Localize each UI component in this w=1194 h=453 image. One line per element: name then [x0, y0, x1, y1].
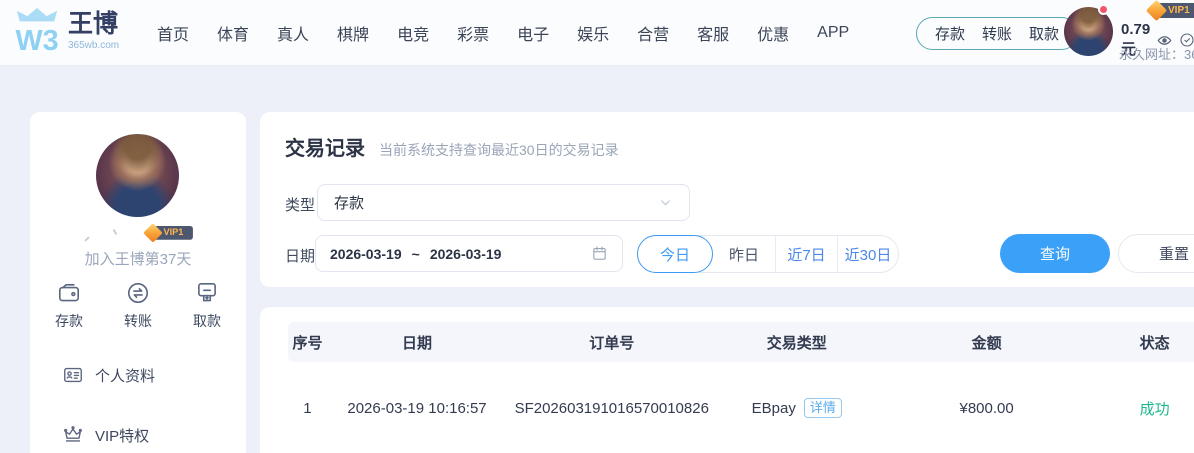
sidebar-item-profile[interactable]: 个人资料 — [62, 364, 155, 386]
withdraw-icon — [194, 280, 220, 306]
range-7days-button[interactable]: 近7日 — [775, 236, 837, 272]
col-date: 日期 — [327, 332, 507, 353]
cell-order-no: SF202603191016570010826 — [507, 400, 716, 417]
table-row: 1 2026-03-19 10:16:57 SF2026031910165700… — [288, 395, 1194, 421]
date-separator: ~ — [412, 246, 420, 262]
username-redacted-mark — [84, 236, 90, 242]
nav-item-app[interactable]: APP — [817, 24, 849, 42]
header-vip-badge: VIP1 — [1149, 3, 1194, 18]
reset-button[interactable]: 重置 — [1118, 234, 1194, 273]
header-transfer-link[interactable]: 转账 — [982, 23, 1012, 44]
nav-item-lottery[interactable]: 彩票 — [457, 21, 489, 45]
header-deposit-link[interactable]: 存款 — [935, 23, 965, 44]
col-status: 状态 — [1096, 332, 1194, 353]
col-order-no: 订单号 — [507, 332, 716, 353]
nav-item-slots[interactable]: 电子 — [517, 21, 549, 45]
date-quick-range-group: 今日 昨日 近7日 近30日 — [637, 235, 899, 273]
calendar-icon — [591, 245, 608, 262]
quick-actions: 存款 转账 — [38, 280, 238, 331]
page-subtitle: 当前系统支持查询最近30日的交易记录 — [379, 140, 619, 160]
col-type: 交易类型 — [716, 332, 877, 353]
filter-card: 交易记录 当前系统支持查询最近30日的交易记录 类型： 存款 日期： 2026-… — [260, 112, 1194, 287]
quick-transfer-button[interactable]: 转账 — [107, 280, 169, 331]
quick-withdraw-button[interactable]: 取款 — [176, 280, 238, 331]
cell-amount: ¥800.00 — [877, 400, 1096, 417]
records-table-card: 序号 日期 订单号 交易类型 金额 状态 1 2026-03-19 10:16:… — [260, 307, 1194, 453]
top-bar: W3 王博 365wb.com 首页 体育 真人 棋牌 电竞 彩票 电子 娱乐 … — [0, 0, 1194, 66]
nav-item-home[interactable]: 首页 — [157, 21, 189, 45]
sidebar-item-vip[interactable]: VIP特权 — [62, 424, 149, 446]
range-30days-button[interactable]: 近30日 — [837, 236, 898, 272]
profile-avatar[interactable] — [96, 134, 179, 217]
nav-item-sports[interactable]: 体育 — [217, 21, 249, 45]
cell-status: 成功 — [1096, 398, 1194, 419]
col-index: 序号 — [288, 332, 327, 353]
transfer-icon — [125, 280, 151, 306]
wallet-icon — [56, 280, 82, 306]
main-nav: 首页 体育 真人 棋牌 电竞 彩票 电子 娱乐 合营 客服 优惠 APP — [157, 0, 849, 66]
wallet-actions-pill: 存款 转账 取款 — [916, 17, 1078, 50]
notification-dot — [1098, 4, 1109, 15]
nav-item-entertainment[interactable]: 娱乐 — [577, 21, 609, 45]
type-select[interactable]: 存款 — [317, 184, 690, 221]
nav-item-cards[interactable]: 棋牌 — [337, 21, 369, 45]
logo-domain: 365wb.com — [68, 40, 119, 51]
date-to-value: 2026-03-19 — [430, 246, 502, 262]
logo-name: 王博 — [68, 11, 119, 39]
join-days-text: 加入王博第37天 — [30, 248, 246, 269]
transaction-records-page: W3 王博 365wb.com 首页 体育 真人 棋牌 电竞 彩票 电子 娱乐 … — [0, 0, 1194, 453]
nav-item-live[interactable]: 真人 — [277, 21, 309, 45]
logo-crown-icon: W3 — [14, 6, 60, 56]
id-card-icon — [62, 364, 84, 386]
profile-sidebar: VIP1 加入王博第37天 存款 — [30, 112, 246, 453]
col-amount: 金额 — [877, 332, 1096, 353]
header-withdraw-link[interactable]: 取款 — [1029, 23, 1059, 44]
range-yesterday-button[interactable]: 昨日 — [713, 236, 775, 272]
nav-item-partners[interactable]: 合营 — [637, 21, 669, 45]
cell-date: 2026-03-19 10:16:57 — [327, 400, 507, 417]
cell-type: EBpay 详情 — [716, 398, 877, 418]
quick-deposit-button[interactable]: 存款 — [38, 280, 100, 331]
nav-item-promo[interactable]: 优惠 — [757, 21, 789, 45]
chevron-down-icon — [658, 195, 673, 210]
table-header-row: 序号 日期 订单号 交易类型 金额 状态 — [288, 322, 1194, 362]
type-select-value: 存款 — [334, 192, 364, 213]
page-title: 交易记录 — [285, 132, 365, 161]
nav-item-service[interactable]: 客服 — [697, 21, 729, 45]
sidebar-vip-badge: VIP1 — [146, 226, 193, 240]
nav-item-esports[interactable]: 电竞 — [397, 21, 429, 45]
date-range-input[interactable]: 2026-03-19 ~ 2026-03-19 — [315, 235, 623, 272]
cell-index: 1 — [288, 400, 327, 417]
crown-icon — [62, 424, 84, 446]
username-redacted-mark — [113, 229, 118, 235]
search-button[interactable]: 查询 — [1000, 234, 1110, 273]
permanent-url-label: 永久网址：36 — [1119, 44, 1194, 63]
site-logo[interactable]: W3 王博 365wb.com — [14, 6, 119, 56]
date-from-value: 2026-03-19 — [330, 246, 402, 262]
pay-type-label: EBpay — [752, 400, 796, 417]
detail-button[interactable]: 详情 — [804, 398, 842, 418]
logo-mark: W3 — [15, 25, 58, 56]
range-today-button[interactable]: 今日 — [637, 235, 713, 273]
